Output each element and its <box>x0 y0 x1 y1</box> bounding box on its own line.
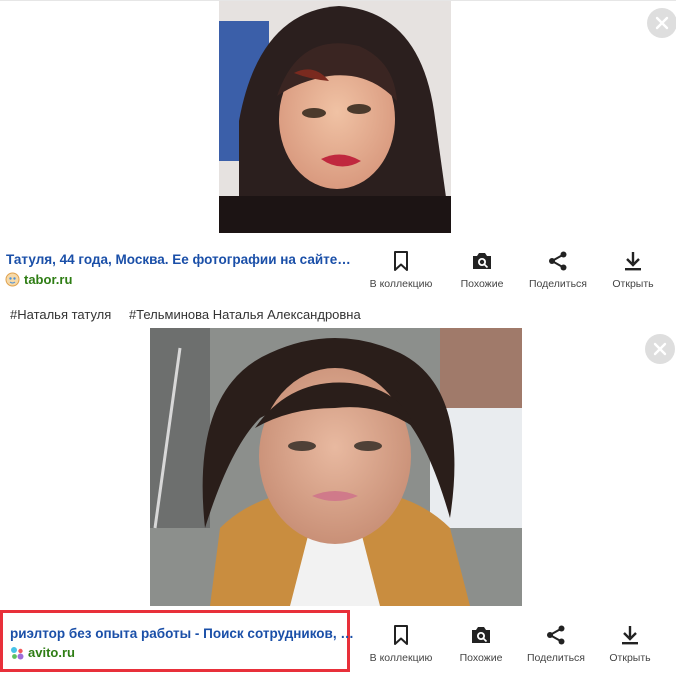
bookmark-icon <box>394 625 408 645</box>
bookmark-icon <box>394 251 408 271</box>
download-icon <box>622 626 638 645</box>
result-image-1[interactable] <box>219 1 451 233</box>
add-to-collection-button[interactable]: В коллекцию <box>361 624 441 664</box>
download-icon <box>625 252 641 271</box>
tag-item[interactable]: #Тельминова Наталья Александровна <box>129 307 361 322</box>
share-icon <box>547 625 565 645</box>
action-label: Открыть <box>612 278 654 290</box>
action-label: Поделиться <box>527 652 585 664</box>
result-title-1[interactable]: Татуля, 44 года, Москва. Ее фотографии н… <box>6 252 351 267</box>
share-icon <box>549 251 567 271</box>
share-button[interactable]: Поделиться <box>518 250 598 290</box>
action-label: В коллекцию <box>369 652 433 664</box>
action-label: Поделиться <box>529 278 587 290</box>
close-button[interactable] <box>647 8 676 38</box>
tabor-favicon-icon <box>5 272 20 287</box>
source-label: avito.ru <box>28 645 75 660</box>
close-icon <box>653 342 667 356</box>
action-label: Открыть <box>609 652 651 664</box>
avito-favicon-icon <box>11 646 24 659</box>
source-label: tabor.ru <box>24 272 73 287</box>
tag-list: #Наталья татуля #Тельминова Наталья Алек… <box>10 307 375 322</box>
open-button[interactable]: Открыть <box>593 250 673 290</box>
camera-search-icon <box>473 253 491 269</box>
camera-search-icon <box>472 627 490 643</box>
result-source-2[interactable]: avito.ru <box>10 645 75 660</box>
tag-item[interactable]: #Наталья татуля <box>10 307 111 322</box>
action-label: Похожие <box>459 652 503 664</box>
similar-button[interactable]: Похожие <box>442 250 522 290</box>
close-icon <box>655 16 669 30</box>
share-button[interactable]: Поделиться <box>516 624 596 664</box>
close-button[interactable] <box>645 334 675 364</box>
similar-button[interactable]: Похожие <box>441 624 521 664</box>
action-label: Похожие <box>460 278 504 290</box>
result-image-2[interactable] <box>150 328 522 606</box>
open-button[interactable]: Открыть <box>590 624 670 664</box>
highlight-box <box>0 610 350 672</box>
add-to-collection-button[interactable]: В коллекцию <box>361 250 441 290</box>
action-label: В коллекцию <box>369 278 433 290</box>
result-title-2[interactable]: риэлтор без опыта работы - Поиск сотрудн… <box>10 626 354 641</box>
result-source-1[interactable]: tabor.ru <box>5 272 72 287</box>
